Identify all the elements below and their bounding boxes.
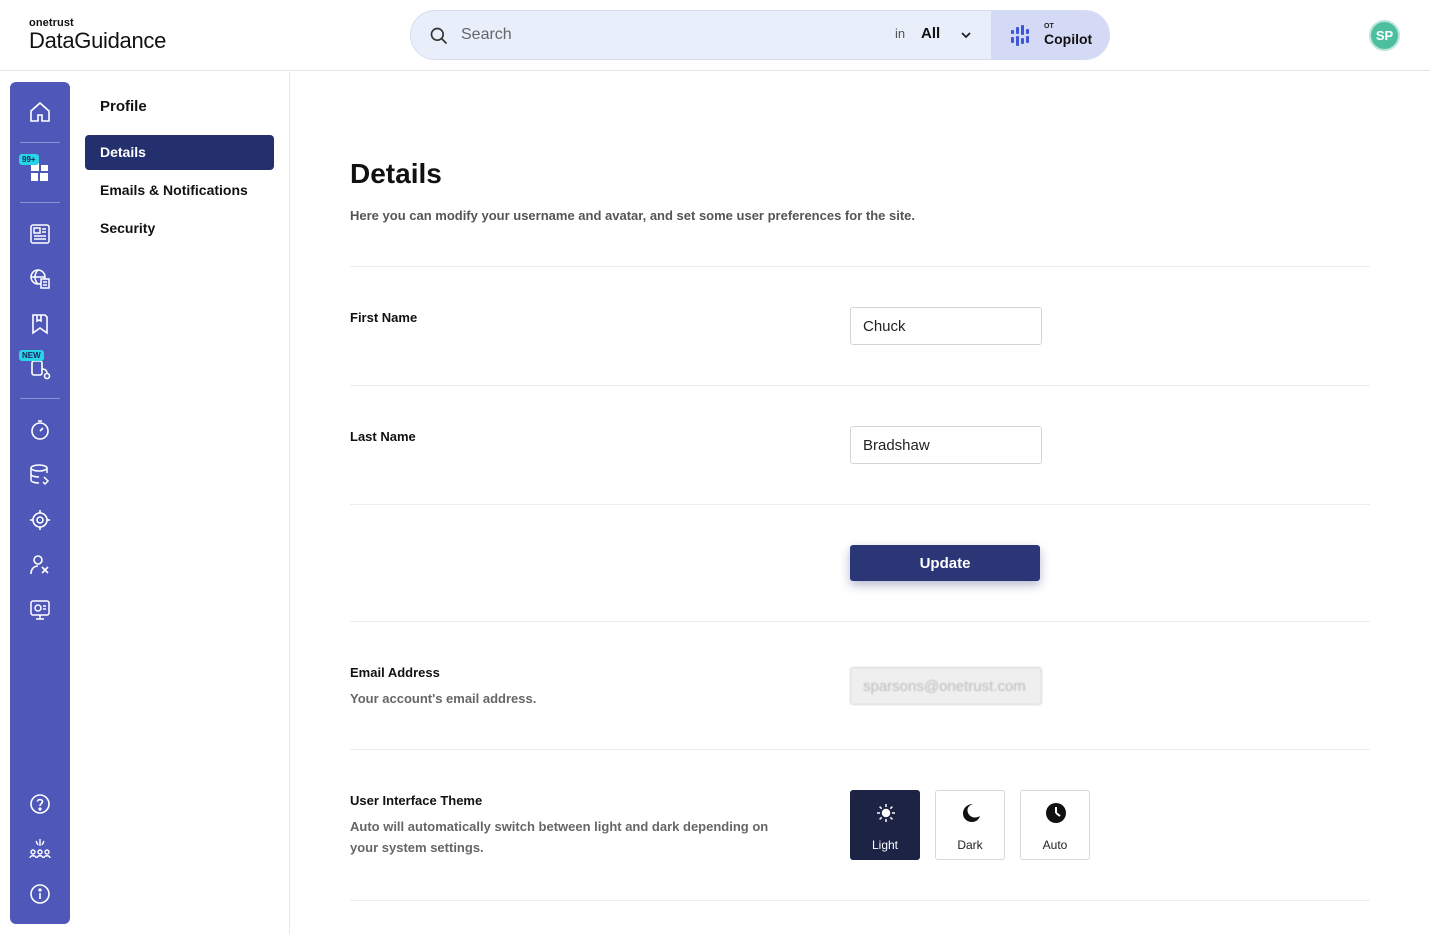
search-scope-select[interactable]: All [921,25,940,42]
rail-divider [20,142,60,143]
theme-auto-label: Auto [1042,838,1068,852]
page-description: Here you can modify your username and av… [350,208,915,223]
home-icon[interactable] [25,97,55,127]
first-name-field[interactable] [850,307,1042,345]
theme-light-label: Light [871,838,899,852]
last-name-label: Last Name [350,429,416,444]
logo[interactable]: onetrust DataGuidance [29,17,166,53]
divider [350,621,1370,622]
page-title: Details [350,158,442,189]
divider [350,900,1370,901]
community-icon[interactable] [25,834,55,864]
rail-divider [20,202,60,203]
notification-badge: 99+ [19,154,39,165]
news-icon[interactable] [25,219,55,249]
subnav-item-security[interactable]: Security [85,211,274,246]
moon-icon [963,804,980,822]
first-name-label: First Name [350,310,418,325]
email-help-text: Your account's email address. [350,691,537,706]
email-field [850,667,1042,705]
theme-label: User Interface Theme [350,793,483,808]
search-scope-prefix: in [895,26,906,41]
search-input[interactable] [461,23,881,47]
logo-text: DataGuidance [29,28,167,53]
rail-divider [20,398,60,399]
email-label: Email Address [350,665,440,680]
stopwatch-icon[interactable] [25,415,55,445]
copilot-prefix: OT [1044,23,1054,30]
sun-icon [877,804,895,822]
subnav-item-details[interactable]: Details [85,135,274,170]
chevron-down-icon[interactable] [959,28,973,42]
copilot-icon [1011,25,1029,46]
divider [350,749,1370,750]
last-name-field[interactable] [850,426,1042,464]
globe-document-icon[interactable] [25,264,55,294]
copilot-button[interactable]: OT Copilot [991,11,1109,59]
database-icon[interactable] [25,460,55,490]
subnav-item-emails-notifications[interactable]: Emails & Notifications [85,173,274,208]
search-bar: in All OT Copilot [410,10,1110,60]
divider [350,504,1370,505]
divider [350,385,1370,386]
profile-subnav: Profile Details Emails & Notifications S… [70,72,290,934]
theme-dark-label: Dark [957,838,983,852]
search-icon[interactable] [429,26,449,46]
copilot-label: Copilot [1044,31,1093,47]
update-button[interactable]: Update [850,545,1040,581]
theme-help-text: Auto will automatically switch between l… [350,819,769,855]
new-badge: NEW [19,350,44,361]
info-icon[interactable] [25,879,55,909]
subnav-title: Profile [100,98,147,115]
clock-icon [1046,803,1066,823]
theme-dark-button[interactable]: Dark [935,790,1005,860]
theme-light-button[interactable]: Light [850,790,920,860]
theme-auto-button[interactable]: Auto [1020,790,1090,860]
left-rail: 99+ NEW [10,82,70,924]
main-content: Details Here you can modify your usernam… [290,72,1430,934]
bookmark-icon[interactable] [25,309,55,339]
monitor-icon[interactable] [25,595,55,625]
people-icon[interactable] [25,550,55,580]
target-icon[interactable] [25,505,55,535]
divider [350,266,1370,267]
top-bar: onetrust DataGuidance in All OT Copilot … [0,0,1430,71]
avatar[interactable]: SP [1369,20,1400,51]
help-icon[interactable] [25,789,55,819]
